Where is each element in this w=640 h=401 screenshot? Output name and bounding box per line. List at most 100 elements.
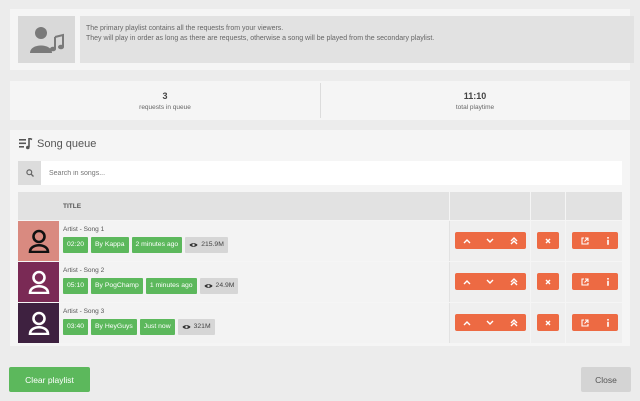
song-views-count: 24.9M xyxy=(215,282,235,289)
remove-song-button[interactable] xyxy=(537,232,559,249)
move-up-button[interactable] xyxy=(463,320,471,326)
info-button[interactable] xyxy=(606,277,610,286)
song-name: Artist - Song 3 xyxy=(63,308,105,315)
song-duration: 02:20 xyxy=(63,237,89,253)
song-requested-time: 1 minutes ago xyxy=(145,278,197,294)
queue-title-text: Song queue xyxy=(37,138,97,150)
info-text: The primary playlist contains all the re… xyxy=(80,16,634,63)
song-thumbnail xyxy=(18,303,59,343)
move-buttons xyxy=(455,273,526,290)
move-up-button[interactable] xyxy=(463,279,471,285)
move-cell xyxy=(450,303,530,343)
table-row: Artist - Song 1 02:20 By Kappa 2 minutes… xyxy=(18,221,622,261)
song-requester: By Kappa xyxy=(91,237,129,253)
move-down-button[interactable] xyxy=(486,279,494,285)
remove-cell xyxy=(531,221,565,261)
search-input[interactable] xyxy=(49,161,619,185)
song-name: Artist - Song 2 xyxy=(63,267,105,274)
song-views-count: 215.9M xyxy=(201,241,224,248)
action-buttons xyxy=(572,232,618,249)
header-actions-cell xyxy=(566,192,622,220)
queue-list-icon xyxy=(19,138,33,150)
song-requested-time: 2 minutes ago xyxy=(131,237,183,253)
stats-panel: 3 requests in queue 11:10 total playtime xyxy=(10,81,630,120)
column-divider xyxy=(449,262,450,302)
action-buttons xyxy=(572,314,618,331)
move-to-top-button[interactable] xyxy=(510,277,518,286)
move-up-button[interactable] xyxy=(463,238,471,244)
song-info: Artist - Song 1 02:20 By Kappa 2 minutes… xyxy=(59,221,449,261)
actions-cell xyxy=(566,303,622,343)
song-info: Artist - Song 2 05:10 By PogChamp 1 minu… xyxy=(59,262,449,302)
search-button[interactable] xyxy=(18,161,41,185)
user-avatar-icon xyxy=(28,270,50,294)
song-thumbnail xyxy=(18,221,59,261)
user-avatar-icon xyxy=(28,229,50,253)
move-to-top-button[interactable] xyxy=(510,318,518,327)
open-link-button[interactable] xyxy=(580,318,589,327)
move-buttons xyxy=(455,232,526,249)
song-duration: 05:10 xyxy=(63,278,89,294)
remove-song-button[interactable] xyxy=(537,273,559,290)
user-avatar-icon xyxy=(28,311,50,335)
song-views: 24.9M xyxy=(199,278,239,294)
move-cell xyxy=(450,221,530,261)
stat-playtime: 11:10 total playtime xyxy=(320,81,630,120)
song-table: TITLE Artist - Song 1 02:20 By Kappa 2 m… xyxy=(18,192,622,343)
close-icon xyxy=(545,279,551,285)
song-name: Artist - Song 1 xyxy=(63,226,105,233)
song-queue-panel: Song queue TITLE xyxy=(10,130,630,346)
header-move-cell xyxy=(450,192,530,220)
song-info: Artist - Song 3 03:40 By HeyGuys Just no… xyxy=(59,303,449,343)
user-music-icon xyxy=(18,16,75,63)
remove-cell xyxy=(531,303,565,343)
clear-playlist-button[interactable]: Clear playlist xyxy=(9,367,90,392)
stat-requests: 3 requests in queue xyxy=(10,81,320,120)
stat-requests-value: 3 xyxy=(162,91,168,101)
actions-cell xyxy=(566,221,622,261)
song-requester: By PogChamp xyxy=(91,278,143,294)
open-link-button[interactable] xyxy=(580,236,589,245)
song-requested-time: Just now xyxy=(139,319,175,335)
song-duration: 03:40 xyxy=(63,319,89,335)
header-remove-cell xyxy=(531,192,565,220)
song-views-count: 321M xyxy=(193,323,211,330)
open-link-button[interactable] xyxy=(580,277,589,286)
column-divider xyxy=(449,221,450,261)
info-line-1: The primary playlist contains all the re… xyxy=(86,25,284,32)
info-panel: The primary playlist contains all the re… xyxy=(10,9,634,70)
table-row: Artist - Song 3 03:40 By HeyGuys Just no… xyxy=(18,303,622,343)
close-icon xyxy=(545,320,551,326)
search-bar xyxy=(18,161,622,185)
eye-icon xyxy=(189,242,198,248)
eye-icon xyxy=(204,283,213,289)
info-line-2: They will play in order as long as there… xyxy=(86,35,435,42)
column-title: TITLE xyxy=(63,203,82,210)
search-icon xyxy=(25,169,34,177)
info-button[interactable] xyxy=(606,318,610,327)
song-views: 321M xyxy=(177,319,215,335)
table-row: Artist - Song 2 05:10 By PogChamp 1 minu… xyxy=(18,262,622,302)
remove-cell xyxy=(531,262,565,302)
move-cell xyxy=(450,262,530,302)
queue-title: Song queue xyxy=(19,138,96,150)
close-button[interactable]: Close xyxy=(581,367,631,392)
table-header: TITLE xyxy=(18,192,449,220)
stat-requests-label: requests in queue xyxy=(139,104,191,111)
move-down-button[interactable] xyxy=(486,320,494,326)
action-buttons xyxy=(572,273,618,290)
stat-playtime-label: total playtime xyxy=(455,104,495,111)
stat-playtime-value: 11:10 xyxy=(463,91,487,101)
info-button[interactable] xyxy=(606,236,610,245)
move-buttons xyxy=(455,314,526,331)
song-views: 215.9M xyxy=(185,237,228,253)
column-divider xyxy=(449,303,450,343)
song-thumbnail xyxy=(18,262,59,302)
song-requester: By HeyGuys xyxy=(91,319,137,335)
move-to-top-button[interactable] xyxy=(510,236,518,245)
actions-cell xyxy=(566,262,622,302)
eye-icon xyxy=(182,324,191,330)
move-down-button[interactable] xyxy=(486,238,494,244)
remove-song-button[interactable] xyxy=(537,314,559,331)
close-icon xyxy=(545,238,551,244)
